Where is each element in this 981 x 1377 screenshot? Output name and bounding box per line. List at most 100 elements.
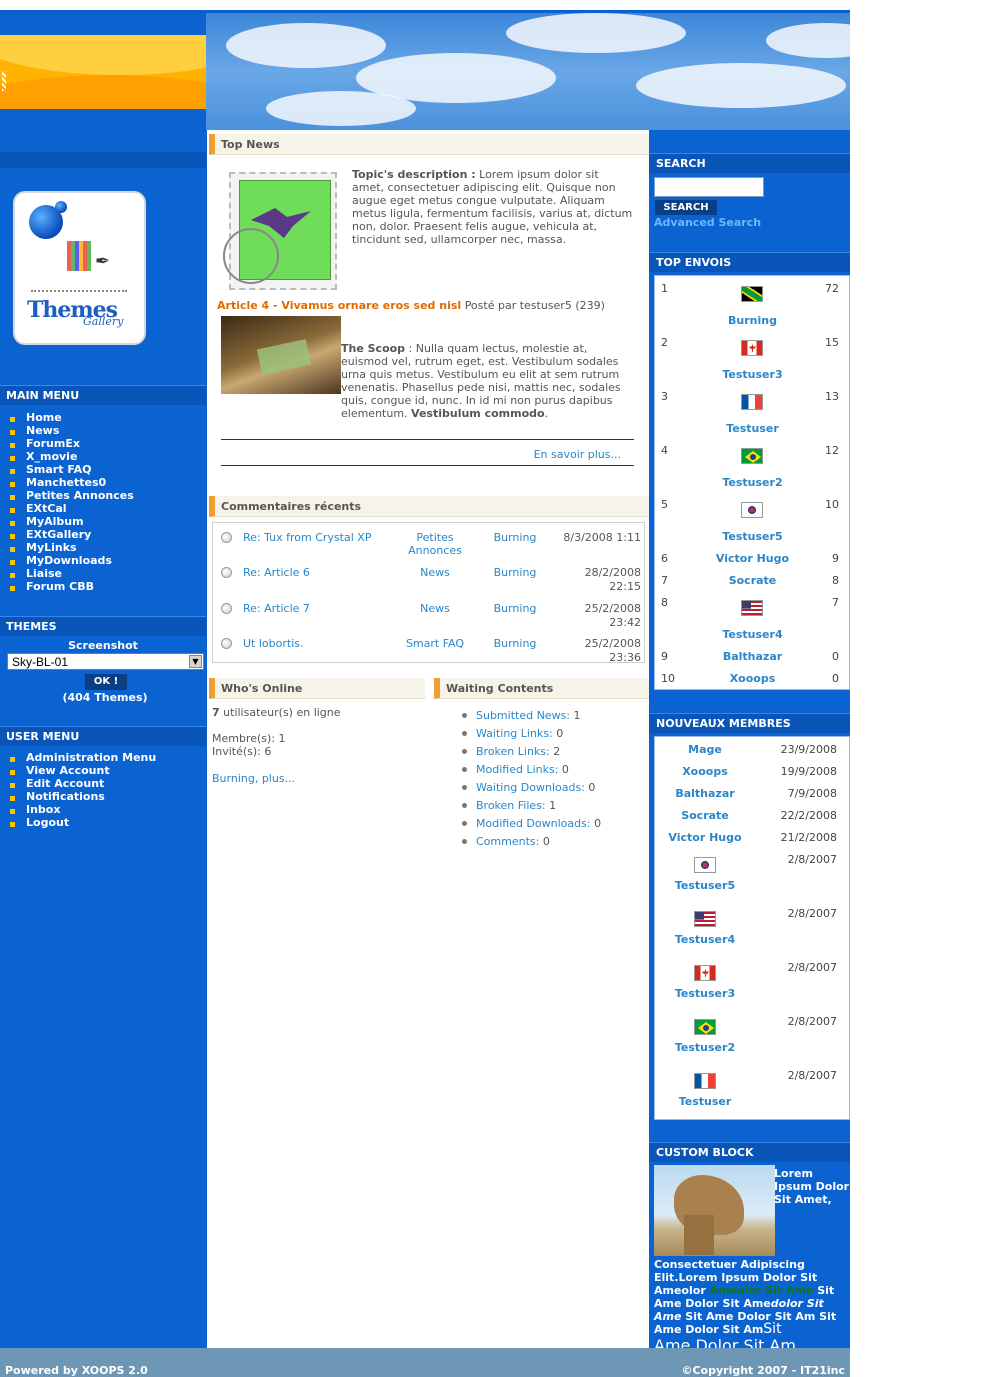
advanced-search-link[interactable]: Advanced Search: [654, 216, 761, 229]
comment-module-link[interactable]: Smart FAQ: [393, 637, 477, 650]
chevron-down-icon[interactable]: ▼: [189, 655, 202, 668]
waiting-item-label[interactable]: Submitted News:: [476, 709, 570, 722]
top-user-link[interactable]: Burning: [695, 314, 810, 327]
bullet-icon: [10, 456, 15, 461]
news-topic-image[interactable]: [223, 168, 343, 293]
comment-user-link[interactable]: Burning: [483, 637, 547, 650]
new-member-link[interactable]: Mage: [655, 743, 755, 756]
comment-user-link[interactable]: Burning: [483, 531, 547, 544]
top-user-link[interactable]: Victor Hugo: [695, 552, 810, 565]
top-user-link[interactable]: Xooops: [695, 672, 810, 685]
rank-number: 7: [661, 574, 668, 587]
comment-bullet-icon: [221, 532, 232, 543]
waiting-item[interactable]: Modified Downloads: 0: [462, 817, 601, 835]
new-member-link[interactable]: Testuser3: [655, 987, 755, 1000]
theme-select[interactable]: Sky-BL-01 ▼: [7, 653, 204, 670]
search-button[interactable]: SEARCH: [655, 200, 717, 215]
top-user-link[interactable]: Testuser2: [695, 476, 810, 489]
new-member-link[interactable]: Victor Hugo: [655, 831, 755, 844]
rank-number: 3: [661, 390, 668, 403]
new-member-link[interactable]: Testuser: [655, 1095, 755, 1108]
topic-description: Topic's description : Lorem ipsum dolor …: [352, 168, 634, 246]
comments-table: Re: Tux from Crystal XP Petites Annonces B…: [212, 522, 645, 664]
bullet-icon: [10, 573, 15, 578]
waiting-item-label[interactable]: Waiting Links:: [476, 727, 553, 740]
new-member-link[interactable]: Testuser4: [655, 933, 755, 946]
waiting-item[interactable]: Broken Links: 2: [462, 745, 601, 763]
menu-item[interactable]: Administration Menu: [8, 751, 156, 764]
read-more-link[interactable]: En savoir plus...: [221, 448, 621, 461]
menu-item-label: View Account: [26, 764, 110, 777]
comment-date: 28/2/2008 22:15: [584, 566, 641, 593]
waiting-item-label[interactable]: Modified Links:: [476, 763, 558, 776]
top-news-title: Top News: [209, 134, 649, 155]
menu-item[interactable]: Notifications: [8, 790, 156, 803]
waiting-item-label[interactable]: Modified Downloads:: [476, 817, 591, 830]
top-user-link[interactable]: Balthazar: [695, 650, 810, 663]
menu-item[interactable]: View Account: [8, 764, 156, 777]
waiting-item[interactable]: Modified Links: 0: [462, 763, 601, 781]
menu-item[interactable]: Home: [8, 411, 134, 424]
waiting-item[interactable]: Submitted News: 1: [462, 709, 601, 727]
menu-item[interactable]: ForumEx: [8, 437, 134, 450]
comment-module-link[interactable]: News: [393, 566, 477, 579]
mousetrap-image[interactable]: [221, 316, 341, 394]
right-sidebar: SEARCH SEARCH Advanced Search TOP ENVOIS…: [649, 130, 850, 1355]
menu-item[interactable]: Logout: [8, 816, 156, 829]
top-user-link[interactable]: Testuser4: [695, 628, 810, 641]
menu-item[interactable]: EXtCal: [8, 502, 134, 515]
menu-item[interactable]: MyAlbum: [8, 515, 134, 528]
comment-title-link[interactable]: Re: Tux from Crystal XP: [243, 531, 373, 544]
header-yellow-banner: [0, 35, 206, 109]
waiting-item-label[interactable]: Broken Links:: [476, 745, 550, 758]
new-member-link[interactable]: Xooops: [655, 765, 755, 778]
camel-image[interactable]: [654, 1165, 775, 1256]
themes-gallery-logo[interactable]: ✒ Themes Gallery: [15, 193, 144, 343]
new-member-link[interactable]: Testuser2: [655, 1041, 755, 1054]
bullet-icon: [10, 586, 15, 591]
korea-flag-icon: [741, 502, 763, 518]
comment-title-link[interactable]: Re: Article 7: [243, 602, 373, 615]
comment-date: 8/3/2008 1:11: [563, 531, 641, 544]
new-member-link[interactable]: Balthazar: [655, 787, 755, 800]
waiting-item[interactable]: Waiting Links: 0: [462, 727, 601, 745]
top-user-link[interactable]: Testuser5: [695, 530, 810, 543]
menu-item[interactable]: News: [8, 424, 134, 437]
waiting-item[interactable]: Waiting Downloads: 0: [462, 781, 601, 799]
comment-title-link[interactable]: Ut lobortis.: [243, 637, 373, 650]
menu-item[interactable]: MyDownloads: [8, 554, 134, 567]
comment-user-link[interactable]: Burning: [483, 602, 547, 615]
logo-small-sphere-icon: [55, 201, 67, 213]
new-member-link[interactable]: Testuser5: [655, 879, 755, 892]
waiting-item-label[interactable]: Comments:: [476, 835, 539, 848]
waiting-item-label[interactable]: Waiting Downloads:: [476, 781, 585, 794]
menu-item[interactable]: X_movie: [8, 450, 134, 463]
comment-module-link[interactable]: Petites Annonces: [393, 531, 477, 557]
article-title-link[interactable]: Article 4 - Vivamus ornare eros sed nisl: [217, 299, 461, 312]
waiting-item[interactable]: Broken Files: 1: [462, 799, 601, 817]
online-users-link[interactable]: Burning, plus...: [212, 772, 422, 785]
search-input[interactable]: [654, 177, 764, 197]
menu-item[interactable]: MyLinks: [8, 541, 134, 554]
menu-item[interactable]: Petites Annonces: [8, 489, 134, 502]
comment-user-link[interactable]: Burning: [483, 566, 547, 579]
top-user-link[interactable]: Testuser: [695, 422, 810, 435]
menu-item[interactable]: Manchettes0: [8, 476, 134, 489]
top-envois-title: TOP ENVOIS: [649, 252, 850, 272]
top-user-link[interactable]: Testuser3: [695, 368, 810, 381]
theme-ok-button[interactable]: OK !: [85, 674, 127, 690]
menu-item[interactable]: Forum CBB: [8, 580, 134, 593]
menu-item[interactable]: EXtGallery: [8, 528, 134, 541]
menu-item[interactable]: Liaise: [8, 567, 134, 580]
menu-item-label: Smart FAQ: [26, 463, 92, 476]
top-user-link[interactable]: Socrate: [695, 574, 810, 587]
comment-module-link[interactable]: News: [393, 602, 477, 615]
new-member-link[interactable]: Socrate: [655, 809, 755, 822]
menu-item[interactable]: Inbox: [8, 803, 156, 816]
menu-item[interactable]: Edit Account: [8, 777, 156, 790]
menu-item[interactable]: Smart FAQ: [8, 463, 134, 476]
waiting-item-label[interactable]: Broken Files:: [476, 799, 546, 812]
comment-title-link[interactable]: Re: Article 6: [243, 566, 373, 579]
waiting-item[interactable]: Comments: 0: [462, 835, 601, 853]
main-menu-title: MAIN MENU: [0, 385, 206, 405]
